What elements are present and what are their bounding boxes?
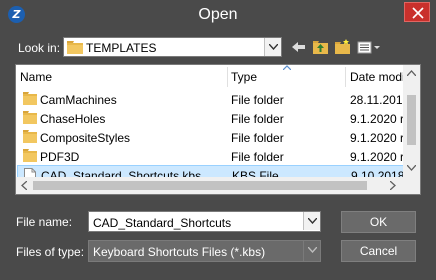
look-in-combobox[interactable]: TEMPLATES <box>63 37 282 57</box>
column-divider[interactable] <box>345 67 346 87</box>
folder-icon <box>23 149 37 162</box>
vertical-scrollbar[interactable] <box>403 65 420 177</box>
file-type-value: Keyboard Shortcuts Files (*.kbs) <box>93 245 266 259</box>
file-type: File folder <box>231 150 284 164</box>
look-in-dropdown-button[interactable] <box>264 38 281 56</box>
view-menu-button[interactable] <box>356 37 382 57</box>
look-in-value: TEMPLATES <box>86 41 157 55</box>
file-name-label: File name: <box>16 215 73 229</box>
up-folder-icon <box>313 41 328 54</box>
new-folder-button[interactable] <box>334 37 352 57</box>
list-item[interactable]: PDF3D File folder 9.1.2020 r. <box>17 147 407 166</box>
folder-icon <box>23 130 37 143</box>
file-date: 28.11.2019 <box>350 93 410 107</box>
file-name-combobox[interactable]: CAD_Standard_Shortcuts <box>88 211 321 232</box>
column-header-type[interactable]: Type <box>231 65 343 87</box>
horizontal-scrollbar[interactable] <box>16 177 403 194</box>
file-type-select[interactable]: Keyboard Shortcuts Files (*.kbs) <box>88 240 321 262</box>
chevron-down-icon <box>308 247 317 253</box>
column-header-name[interactable]: Name <box>20 65 228 87</box>
file-name: ChaseHoles <box>40 112 106 126</box>
file-type-dropdown-button[interactable] <box>303 241 320 261</box>
file-list[interactable]: Name Type Date modi CamMachines File fol… <box>15 64 421 195</box>
scroll-right-icon[interactable] <box>390 181 396 190</box>
file-name: CompositeStyles <box>40 131 131 145</box>
vertical-scroll-thumb[interactable] <box>407 95 416 145</box>
scroll-up-icon[interactable] <box>407 70 416 76</box>
title-bar: Z Open <box>0 0 436 30</box>
file-type: File folder <box>231 112 284 126</box>
scroll-left-icon[interactable] <box>21 181 27 190</box>
file-name-dropdown-button[interactable] <box>303 212 320 230</box>
file-date: 9.1.2020 r. <box>350 150 407 164</box>
file-type: File folder <box>231 131 284 145</box>
folder-icon <box>23 111 37 124</box>
folder-icon <box>67 41 83 54</box>
cancel-button[interactable]: Cancel <box>341 240 416 262</box>
chevron-down-icon <box>269 44 278 50</box>
ok-button[interactable]: OK <box>341 211 416 233</box>
list-item[interactable]: ChaseHoles File folder 9.1.2020 r. <box>17 109 407 128</box>
view-menu-icon <box>357 41 380 54</box>
scrollbar-corner <box>403 177 420 194</box>
chevron-down-icon <box>308 218 317 224</box>
file-date: 9.1.2020 r. <box>350 112 407 126</box>
file-name-input[interactable]: CAD_Standard_Shortcuts <box>93 216 231 230</box>
file-type: File folder <box>231 93 284 107</box>
up-folder-button[interactable] <box>312 37 330 57</box>
close-button[interactable] <box>404 2 430 22</box>
folder-icon <box>23 92 37 105</box>
file-name: PDF3D <box>40 150 80 164</box>
file-type-label: Files of type: <box>16 245 85 259</box>
dialog-title: Open <box>198 6 238 23</box>
close-icon <box>412 7 424 19</box>
list-item[interactable]: CompositeStyles File folder 9.1.2020 r. <box>17 128 407 147</box>
list-item[interactable]: CamMachines File folder 28.11.2019 <box>17 90 410 109</box>
column-divider[interactable] <box>227 67 228 87</box>
file-date: 9.1.2020 r. <box>350 131 407 145</box>
scroll-down-icon[interactable] <box>407 165 416 171</box>
look-in-label: Look in: <box>18 41 61 55</box>
horizontal-scroll-thumb[interactable] <box>33 181 367 190</box>
back-arrow-icon <box>292 42 305 52</box>
new-folder-icon <box>335 39 350 54</box>
file-name: CamMachines <box>40 93 117 107</box>
back-button[interactable] <box>290 37 308 57</box>
